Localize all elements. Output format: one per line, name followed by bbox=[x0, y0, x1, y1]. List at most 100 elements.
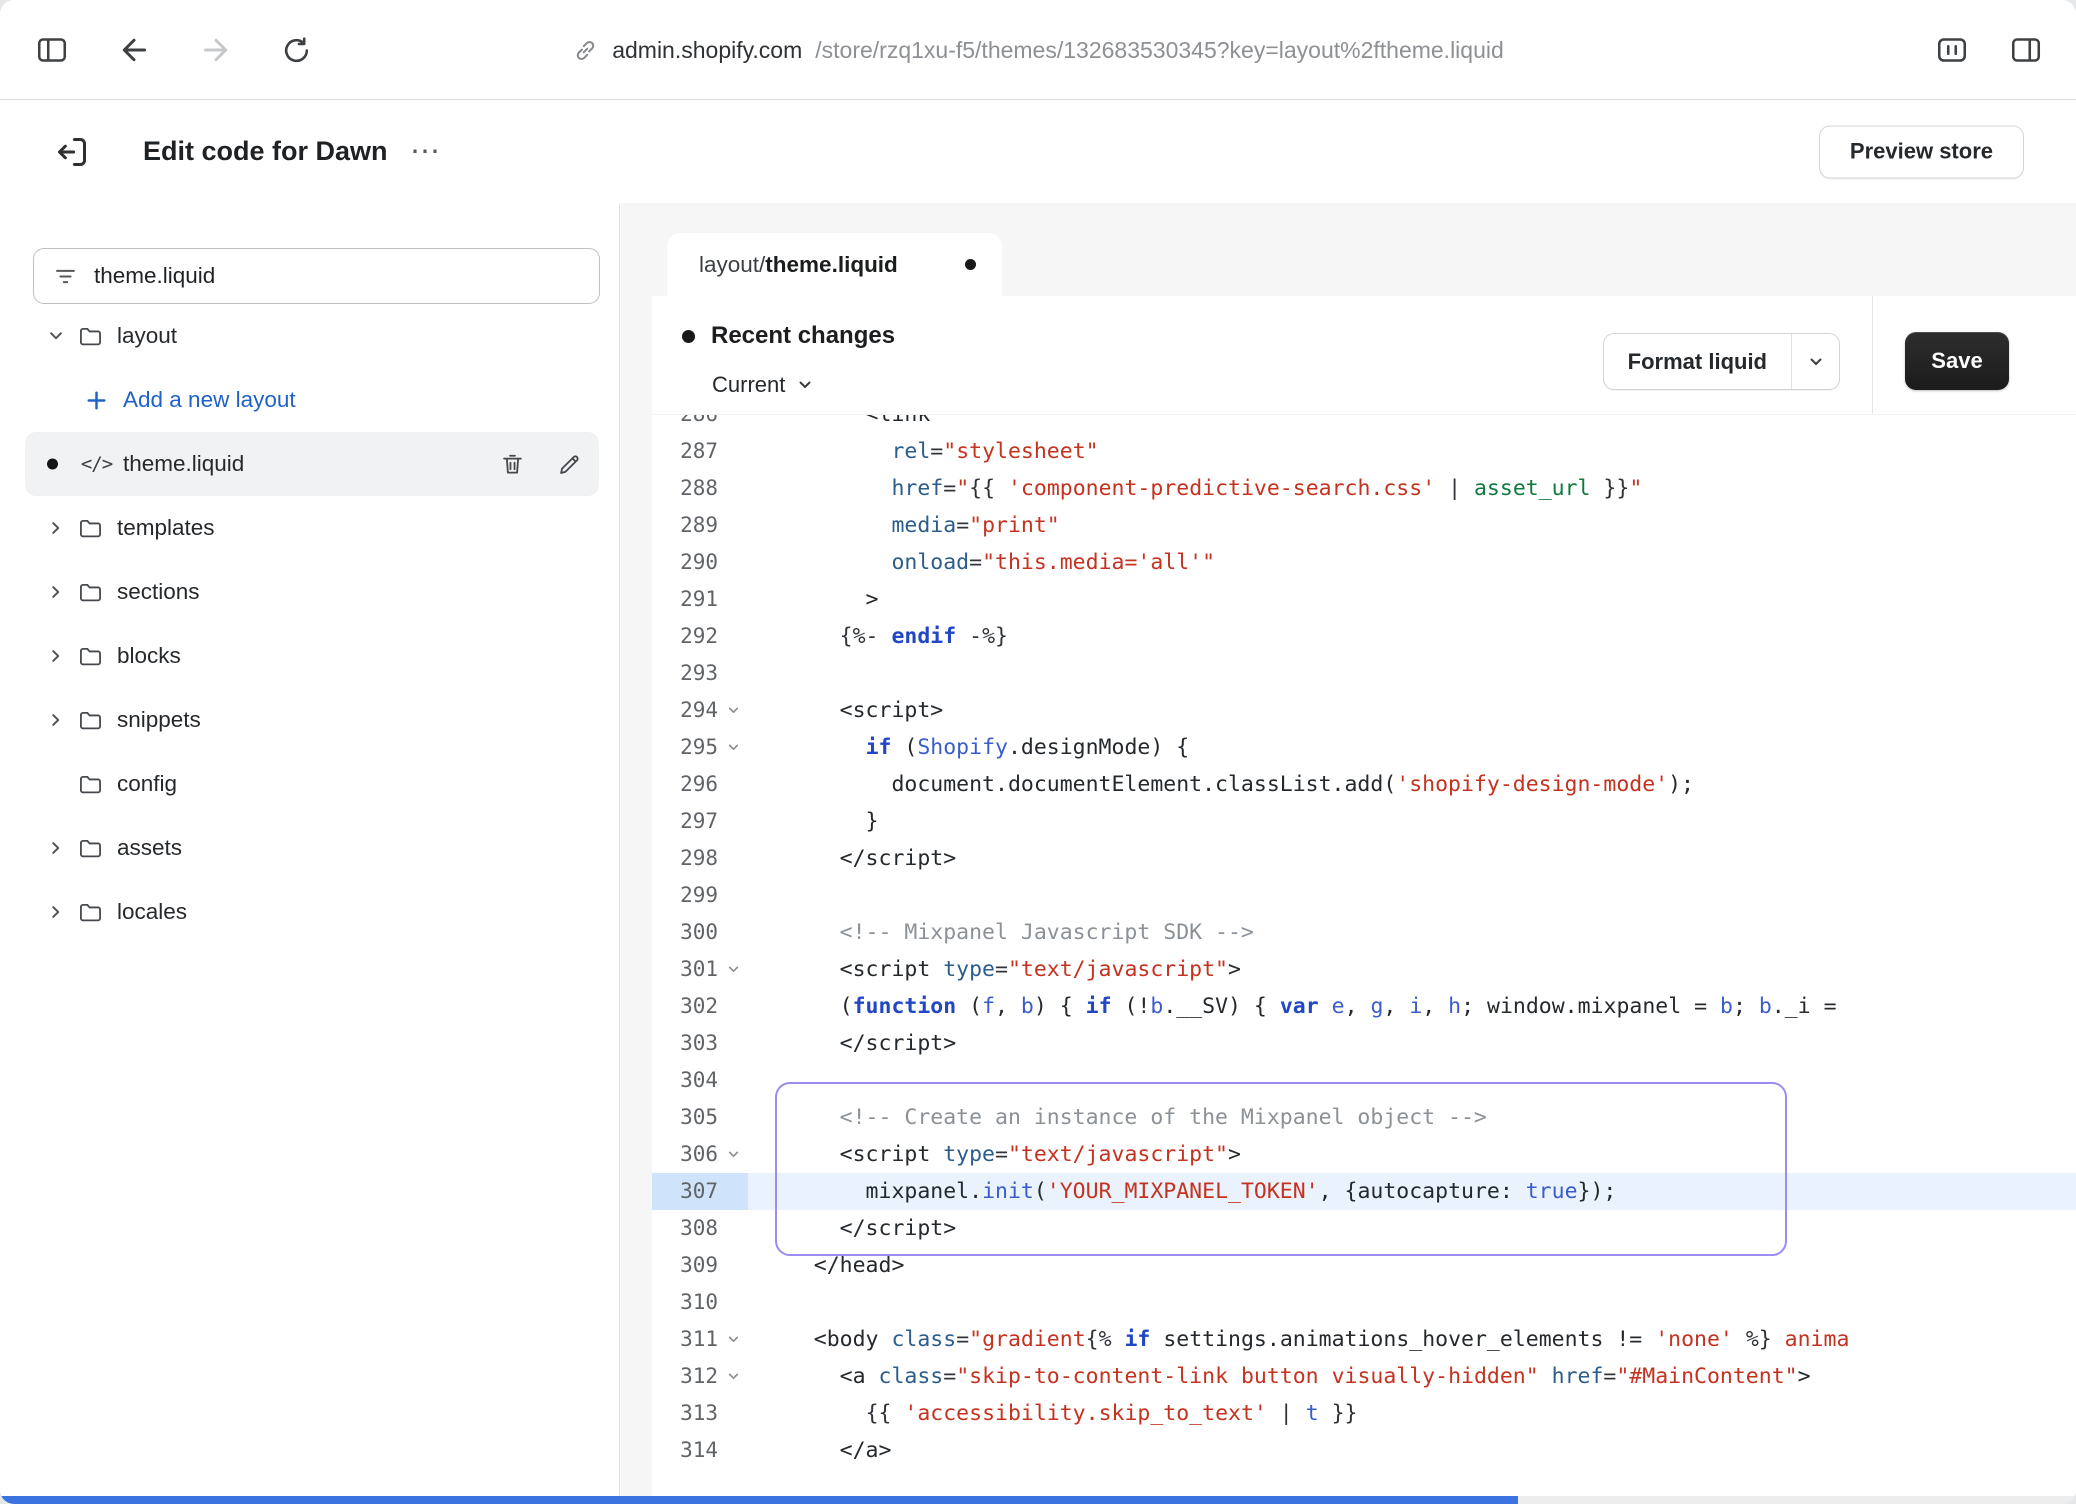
sidebar-item-assets[interactable]: assets bbox=[25, 816, 599, 880]
split-view-icon[interactable] bbox=[2008, 32, 2044, 68]
line-number[interactable]: 304 bbox=[652, 1062, 718, 1099]
gutter-305[interactable]: 305 bbox=[652, 1099, 748, 1136]
code-line-299[interactable]: 299 bbox=[652, 877, 2076, 914]
gutter-299[interactable]: 299 bbox=[652, 877, 748, 914]
code-line-303[interactable]: 303 </script> bbox=[652, 1025, 2076, 1062]
sidebar-item-templates[interactable]: templates bbox=[25, 496, 599, 560]
line-number[interactable]: 306 bbox=[652, 1136, 718, 1173]
gutter-307[interactable]: 307 bbox=[652, 1173, 748, 1210]
chevron-right-icon[interactable] bbox=[43, 581, 69, 603]
fold-chevron-icon[interactable] bbox=[718, 702, 748, 719]
code-line-311[interactable]: 311 <body class="gradient{% if settings.… bbox=[652, 1321, 2076, 1358]
more-actions-button[interactable]: ⋯ bbox=[410, 100, 442, 203]
gutter-304[interactable]: 304 bbox=[652, 1062, 748, 1099]
line-number[interactable]: 313 bbox=[652, 1395, 718, 1432]
file-search-input[interactable] bbox=[94, 263, 581, 289]
gutter-294[interactable]: 294 bbox=[652, 692, 748, 729]
code-line-289[interactable]: 289 media="print" bbox=[652, 507, 2076, 544]
line-number[interactable]: 307 bbox=[652, 1173, 718, 1210]
gutter-290[interactable]: 290 bbox=[652, 544, 748, 581]
gutter-291[interactable]: 291 bbox=[652, 581, 748, 618]
code-line-310[interactable]: 310 bbox=[652, 1284, 2076, 1321]
line-number[interactable]: 298 bbox=[652, 840, 718, 877]
line-number[interactable]: 311 bbox=[652, 1321, 718, 1358]
code-line-298[interactable]: 298 </script> bbox=[652, 840, 2076, 877]
code-line-288[interactable]: 288 href="{{ 'component-predictive-searc… bbox=[652, 470, 2076, 507]
code-line-307[interactable]: 307 mixpanel.init('YOUR_MIXPANEL_TOKEN',… bbox=[652, 1173, 2076, 1210]
gutter-302[interactable]: 302 bbox=[652, 988, 748, 1025]
code-line-313[interactable]: 313 {{ 'accessibility.skip_to_text' | t … bbox=[652, 1395, 2076, 1432]
code-line-295[interactable]: 295 if (Shopify.designMode) { bbox=[652, 729, 2076, 766]
gutter-310[interactable]: 310 bbox=[652, 1284, 748, 1321]
line-number[interactable]: 290 bbox=[652, 544, 718, 581]
code-line-287[interactable]: 287 rel="stylesheet" bbox=[652, 433, 2076, 470]
code-line-286[interactable]: 286 <link bbox=[652, 415, 2076, 433]
line-number[interactable]: 310 bbox=[652, 1284, 718, 1321]
line-number[interactable]: 294 bbox=[652, 692, 718, 729]
code-line-308[interactable]: 308 </script> bbox=[652, 1210, 2076, 1247]
code-line-291[interactable]: 291 > bbox=[652, 581, 2076, 618]
gutter-300[interactable]: 300 bbox=[652, 914, 748, 951]
code-line-305[interactable]: 305 <!-- Create an instance of the Mixpa… bbox=[652, 1099, 2076, 1136]
gutter-287[interactable]: 287 bbox=[652, 433, 748, 470]
line-number[interactable]: 289 bbox=[652, 507, 718, 544]
line-number[interactable]: 309 bbox=[652, 1247, 718, 1284]
code-line-314[interactable]: 314 </a> bbox=[652, 1432, 2076, 1469]
format-options-caret[interactable] bbox=[1791, 334, 1839, 389]
gutter-314[interactable]: 314 bbox=[652, 1432, 748, 1469]
code-line-309[interactable]: 309 </head> bbox=[652, 1247, 2076, 1284]
line-number[interactable]: 296 bbox=[652, 766, 718, 803]
chevron-down-icon[interactable] bbox=[43, 325, 69, 347]
code-line-297[interactable]: 297 } bbox=[652, 803, 2076, 840]
rename-file-icon[interactable] bbox=[556, 451, 583, 478]
code-line-312[interactable]: 312 <a class="skip-to-content-link butto… bbox=[652, 1358, 2076, 1395]
chevron-right-icon[interactable] bbox=[43, 901, 69, 923]
sidebar-item-blocks[interactable]: blocks bbox=[25, 624, 599, 688]
sidebar-item-add-layout[interactable]: Add a new layout bbox=[25, 368, 599, 432]
code-line-293[interactable]: 293 bbox=[652, 655, 2076, 692]
sidebar-item-locales[interactable]: locales bbox=[25, 880, 599, 944]
code-line-292[interactable]: 292 {%- endif -%} bbox=[652, 618, 2076, 655]
gutter-311[interactable]: 311 bbox=[652, 1321, 748, 1358]
line-number[interactable]: 291 bbox=[652, 581, 718, 618]
fold-chevron-icon[interactable] bbox=[718, 739, 748, 756]
gutter-312[interactable]: 312 bbox=[652, 1358, 748, 1395]
address-bar[interactable]: admin.shopify.com/store/rzq1xu-f5/themes… bbox=[0, 0, 2076, 100]
code-line-304[interactable]: 304 bbox=[652, 1062, 2076, 1099]
gutter-286[interactable]: 286 bbox=[652, 415, 748, 433]
save-button[interactable]: Save bbox=[1905, 332, 2009, 390]
gutter-288[interactable]: 288 bbox=[652, 470, 748, 507]
chevron-right-icon[interactable] bbox=[43, 709, 69, 731]
line-number[interactable]: 293 bbox=[652, 655, 718, 692]
code-line-302[interactable]: 302 (function (f, b) { if (!b.__SV) { va… bbox=[652, 988, 2076, 1025]
gutter-313[interactable]: 313 bbox=[652, 1395, 748, 1432]
code-line-301[interactable]: 301 <script type="text/javascript"> bbox=[652, 951, 2076, 988]
code-line-290[interactable]: 290 onload="this.media='all'" bbox=[652, 544, 2076, 581]
version-dropdown[interactable]: Current bbox=[712, 372, 815, 398]
sidebar-item-snippets[interactable]: snippets bbox=[25, 688, 599, 752]
fold-chevron-icon[interactable] bbox=[718, 961, 748, 978]
gutter-301[interactable]: 301 bbox=[652, 951, 748, 988]
gutter-308[interactable]: 308 bbox=[652, 1210, 748, 1247]
code-editor[interactable]: 286 <link287 rel="stylesheet"288 href="{… bbox=[652, 415, 2076, 1496]
gutter-293[interactable]: 293 bbox=[652, 655, 748, 692]
code-line-294[interactable]: 294 <script> bbox=[652, 692, 2076, 729]
sidebar-item-theme-liquid[interactable]: </>theme.liquid bbox=[25, 432, 599, 496]
line-number[interactable]: 314 bbox=[652, 1432, 718, 1469]
gutter-296[interactable]: 296 bbox=[652, 766, 748, 803]
line-number[interactable]: 305 bbox=[652, 1099, 718, 1136]
gutter-309[interactable]: 309 bbox=[652, 1247, 748, 1284]
gutter-292[interactable]: 292 bbox=[652, 618, 748, 655]
line-number[interactable]: 297 bbox=[652, 803, 718, 840]
fold-chevron-icon[interactable] bbox=[718, 1146, 748, 1163]
sidebar-item-sections[interactable]: sections bbox=[25, 560, 599, 624]
line-number[interactable]: 312 bbox=[652, 1358, 718, 1395]
format-liquid-button[interactable]: Format liquid bbox=[1603, 333, 1840, 390]
sidebar-item-layout[interactable]: layout bbox=[25, 304, 599, 368]
gutter-298[interactable]: 298 bbox=[652, 840, 748, 877]
file-search-box[interactable] bbox=[33, 248, 600, 304]
line-number[interactable]: 295 bbox=[652, 729, 718, 766]
delete-file-icon[interactable] bbox=[499, 451, 526, 478]
fold-chevron-icon[interactable] bbox=[718, 1368, 748, 1385]
line-number[interactable]: 303 bbox=[652, 1025, 718, 1062]
